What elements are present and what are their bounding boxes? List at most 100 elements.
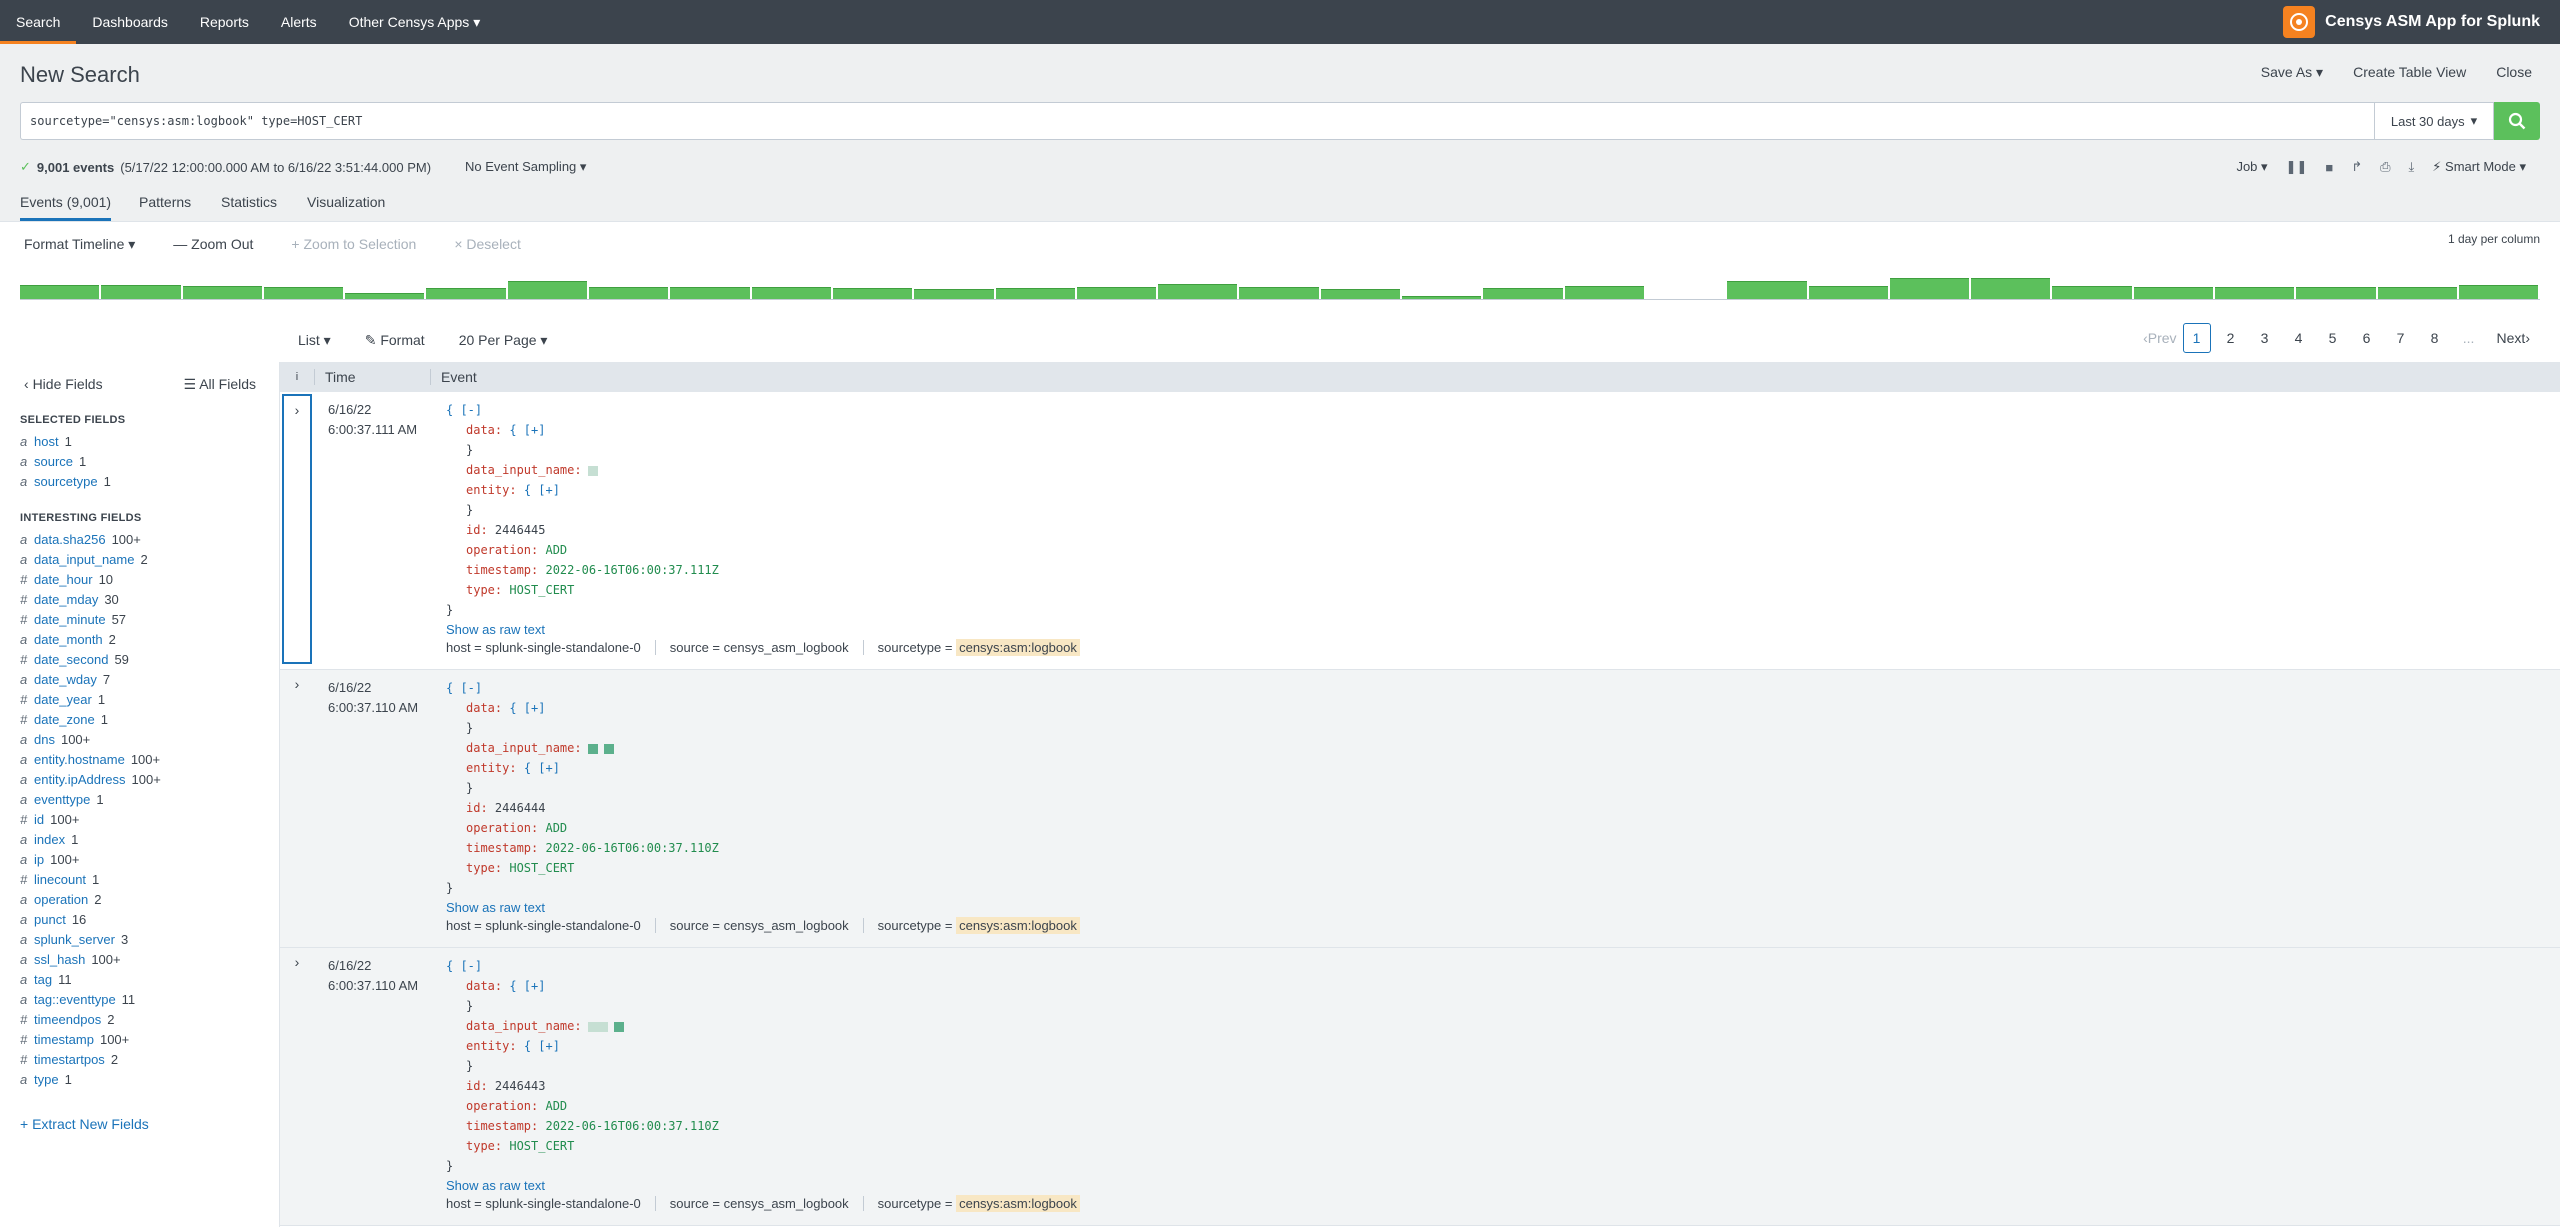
time-column-header[interactable]: Time [314, 369, 430, 385]
field-name[interactable]: index [34, 830, 65, 850]
extract-new-fields-link[interactable]: + Extract New Fields [20, 1116, 149, 1132]
search-input[interactable]: sourcetype="censys:asm:logbook" type=HOS… [20, 102, 2374, 140]
field-name[interactable]: punct [34, 910, 66, 930]
timeline-bar[interactable] [20, 285, 100, 299]
field-name[interactable]: tag::eventtype [34, 990, 116, 1010]
host-field[interactable]: host = splunk-single-standalone-0 [446, 640, 655, 655]
source-field[interactable]: source = censys_asm_logbook [654, 918, 863, 933]
field-name[interactable]: date_minute [34, 610, 106, 630]
field-item[interactable]: a tag 11 [20, 970, 161, 990]
field-item[interactable]: # timestartpos 2 [20, 1050, 161, 1070]
stop-icon[interactable]: ■ [2325, 160, 2333, 175]
tab-visualization[interactable]: Visualization [307, 194, 385, 218]
field-item[interactable]: # id 100+ [20, 810, 161, 830]
timeline-bar[interactable] [914, 289, 994, 299]
field-name[interactable]: splunk_server [34, 930, 115, 950]
close-button[interactable]: Close [2496, 64, 2532, 81]
field-item[interactable]: a ssl_hash 100+ [20, 950, 161, 970]
field-item[interactable]: a date_month 2 [20, 630, 161, 650]
field-name[interactable]: data.sha256 [34, 530, 106, 550]
timeline-bar[interactable] [1808, 285, 1888, 299]
field-item[interactable]: a index 1 [20, 830, 161, 850]
timeline-bar[interactable] [1889, 277, 1970, 299]
field-item[interactable]: # date_year 1 [20, 690, 161, 710]
field-item[interactable]: # date_second 59 [20, 650, 161, 670]
field-name[interactable]: operation [34, 890, 88, 910]
show-raw-text-link[interactable]: Show as raw text [446, 622, 545, 637]
field-item[interactable]: a eventtype 1 [20, 790, 161, 810]
timeline-bar[interactable] [1727, 281, 1807, 299]
field-name[interactable]: dns [34, 730, 55, 750]
field-name[interactable]: source [34, 452, 73, 472]
timeline-bar[interactable] [589, 286, 669, 299]
collapse-json-link[interactable]: { [-] [446, 681, 482, 695]
next-page-button[interactable]: Next › [2497, 323, 2530, 353]
time-range-picker[interactable]: Last 30 days ▾ [2374, 102, 2494, 140]
field-name[interactable]: date_year [34, 690, 92, 710]
timeline-bar[interactable] [426, 288, 506, 299]
field-item[interactable]: a sourcetype 1 [20, 472, 111, 492]
search-button[interactable] [2494, 102, 2540, 140]
page-7-button[interactable]: 7 [2387, 323, 2415, 353]
timeline-bar[interactable] [1239, 287, 1319, 299]
app-brand[interactable]: Censys ASM App for Splunk [2283, 6, 2540, 38]
sourcetype-field[interactable]: sourcetype = censys:asm:logbook [862, 917, 1094, 934]
page-2-button[interactable]: 2 [2217, 323, 2245, 353]
field-item[interactable]: a host 1 [20, 432, 111, 452]
field-item[interactable]: a data.sha256 100+ [20, 530, 161, 550]
field-item[interactable]: a splunk_server 3 [20, 930, 161, 950]
timeline-bar[interactable] [101, 285, 181, 299]
timeline-bar[interactable] [1320, 289, 1401, 299]
field-name[interactable]: date_mday [34, 590, 98, 610]
field-name[interactable]: date_second [34, 650, 108, 670]
source-field[interactable]: source = censys_asm_logbook [654, 640, 863, 655]
timeline-bar[interactable] [2215, 286, 2295, 299]
field-name[interactable]: date_month [34, 630, 103, 650]
field-name[interactable]: eventtype [34, 790, 90, 810]
format-button[interactable]: ✎ Format [365, 332, 425, 349]
show-raw-text-link[interactable]: Show as raw text [446, 1178, 545, 1193]
export-icon[interactable]: ⤓ [2409, 159, 2415, 175]
timeline-bar[interactable] [263, 286, 344, 299]
field-item[interactable]: # date_mday 30 [20, 590, 161, 610]
timeline-bar[interactable] [345, 292, 425, 299]
list-view-dropdown[interactable]: List ▾ [298, 332, 331, 349]
sourcetype-field[interactable]: sourcetype = censys:asm:logbook [862, 639, 1094, 656]
expand-data-link[interactable]: { [+] [509, 423, 545, 437]
field-item[interactable]: # timestamp 100+ [20, 1030, 161, 1050]
field-name[interactable]: timeendpos [34, 1010, 101, 1030]
timeline-bar[interactable] [995, 288, 1075, 299]
field-item[interactable]: a entity.hostname 100+ [20, 750, 161, 770]
timeline-bar[interactable] [507, 281, 588, 299]
field-name[interactable]: ssl_hash [34, 950, 85, 970]
prev-page-button[interactable]: ‹ Prev [2143, 323, 2176, 353]
zoom-out-button[interactable]: — Zoom Out [173, 236, 253, 253]
timeline-bar[interactable] [670, 287, 750, 299]
field-name[interactable]: date_wday [34, 670, 97, 690]
timeline-histogram[interactable] [20, 268, 2540, 300]
sourcetype-field[interactable]: sourcetype = censys:asm:logbook [862, 1195, 1094, 1212]
save-as-button[interactable]: Save As ▾ [2261, 64, 2323, 81]
timeline-bar[interactable] [1483, 288, 1563, 299]
field-item[interactable]: a operation 2 [20, 890, 161, 910]
host-field[interactable]: host = splunk-single-standalone-0 [446, 1196, 655, 1211]
page-6-button[interactable]: 6 [2353, 323, 2381, 353]
tab-patterns[interactable]: Patterns [139, 194, 191, 218]
field-name[interactable]: date_hour [34, 570, 93, 590]
field-name[interactable]: entity.hostname [34, 750, 125, 770]
page-8-button[interactable]: 8 [2421, 323, 2449, 353]
field-name[interactable]: data_input_name [34, 550, 134, 570]
field-name[interactable]: timestamp [34, 1030, 94, 1050]
field-item[interactable]: a type 1 [20, 1070, 161, 1090]
page-4-button[interactable]: 4 [2285, 323, 2313, 353]
per-page-dropdown[interactable]: 20 Per Page ▾ [459, 332, 548, 349]
field-item[interactable]: a tag::eventtype 11 [20, 990, 161, 1010]
expand-event-button[interactable]: › [282, 394, 312, 664]
field-name[interactable]: tag [34, 970, 52, 990]
tab-statistics[interactable]: Statistics [221, 194, 277, 218]
field-name[interactable]: host [34, 432, 59, 452]
field-item[interactable]: # date_hour 10 [20, 570, 161, 590]
field-name[interactable]: sourcetype [34, 472, 98, 492]
nav-dashboards[interactable]: Dashboards [76, 0, 184, 44]
timeline-bar[interactable] [1076, 287, 1157, 299]
